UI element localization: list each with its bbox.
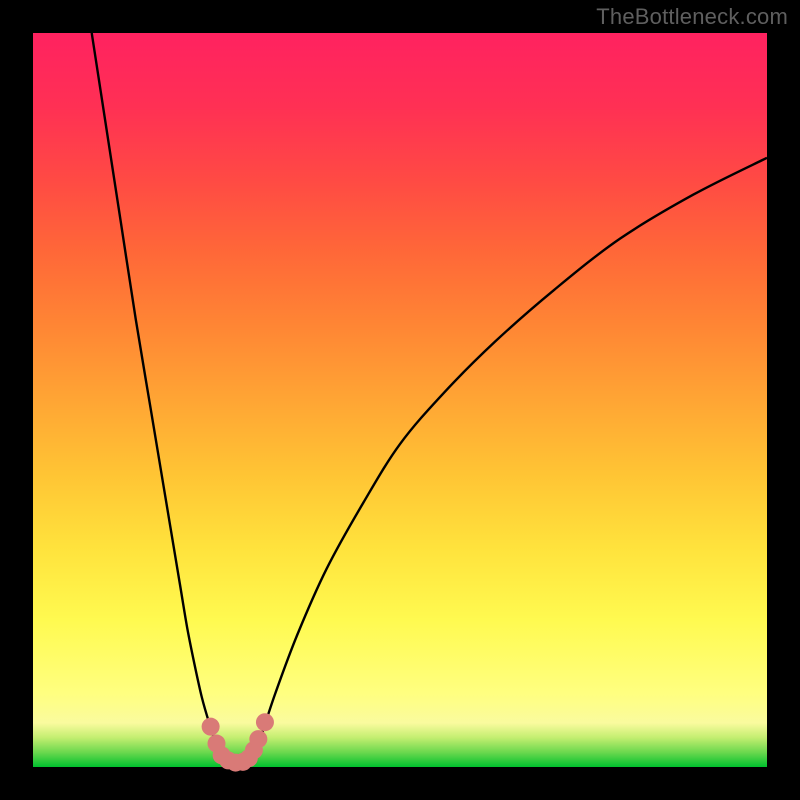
outer-frame: TheBottleneck.com bbox=[0, 0, 800, 800]
watermark-text: TheBottleneck.com bbox=[596, 4, 788, 30]
highlight-dot bbox=[202, 718, 220, 736]
highlight-dot bbox=[249, 730, 267, 748]
curve-layer bbox=[33, 33, 767, 767]
curve-left-branch bbox=[92, 33, 224, 758]
highlight-dot bbox=[256, 713, 274, 731]
highlight-dots bbox=[202, 713, 274, 771]
curve-right-branch bbox=[253, 158, 767, 756]
